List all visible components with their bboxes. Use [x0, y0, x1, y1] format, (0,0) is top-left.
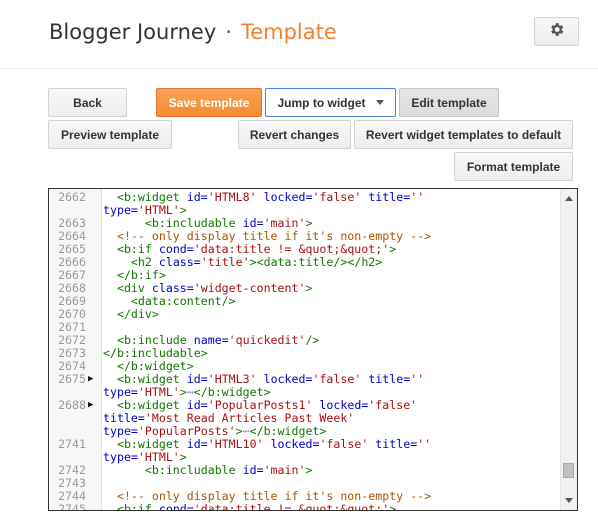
line-number: 2741: [58, 437, 86, 451]
scroll-up-icon[interactable]: [565, 196, 573, 201]
caret-down-icon: [375, 100, 384, 105]
save-template-button[interactable]: Save template: [156, 88, 262, 117]
code-line[interactable]: 2670 </div>: [49, 308, 561, 321]
preview-template-button[interactable]: Preview template: [48, 120, 172, 149]
editor-scrollbar[interactable]: [560, 189, 577, 510]
line-number: [49, 412, 86, 425]
title-separator: ·: [225, 20, 232, 44]
revert-widget-templates-button[interactable]: Revert widget templates to default: [354, 120, 573, 149]
edit-template-button[interactable]: Edit template: [399, 88, 499, 117]
page-header: Blogger Journey · Template: [0, 0, 598, 69]
line-number: 2662: [58, 190, 86, 204]
format-template-button[interactable]: Format template: [454, 152, 573, 181]
code-text: <b:if cond='data:title != &quot;&quot;'>: [116, 502, 397, 511]
jump-to-widget-label: Jump to widget: [277, 95, 366, 110]
jump-to-widget-dropdown[interactable]: Jump to widget: [265, 88, 396, 117]
line-number: 2745: [58, 502, 86, 511]
gear-icon: [548, 21, 565, 43]
back-button[interactable]: Back: [48, 88, 127, 117]
code-line[interactable]: 2745 <b:if cond='data:title != &quot;&qu…: [49, 503, 561, 511]
scroll-down-icon[interactable]: [565, 498, 573, 503]
code-text: <b:includable id='main'>: [144, 463, 313, 477]
blog-name[interactable]: Blogger Journey: [49, 20, 216, 44]
code-line[interactable]: 2742 <b:includable id='main'>: [49, 464, 561, 477]
page-title: Blogger Journey · Template: [49, 20, 337, 44]
section-name: Template: [240, 20, 337, 44]
triangle-right-icon[interactable]: ▶: [88, 373, 93, 386]
code-lines: 2662 <b:widget id='HTML8' locked='false'…: [49, 191, 561, 511]
line-number: 2688 ▶: [58, 398, 94, 412]
line-number: 2675 ▶: [58, 372, 94, 386]
revert-changes-button[interactable]: Revert changes: [238, 120, 351, 149]
settings-button[interactable]: [534, 17, 579, 46]
code-text: </div>: [116, 307, 159, 321]
scrollbar-thumb[interactable]: [563, 463, 574, 478]
triangle-right-icon[interactable]: ▶: [88, 399, 93, 412]
template-code-editor[interactable]: 2662 <b:widget id='HTML8' locked='false'…: [48, 188, 578, 511]
